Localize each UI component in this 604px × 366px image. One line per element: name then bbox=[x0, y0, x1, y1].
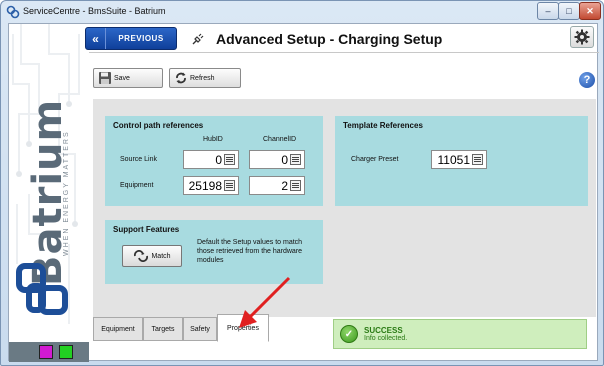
client-area: Batrium WHEN ENERGY MATTERS « PREVIOUS A… bbox=[8, 23, 599, 362]
equipment-label: Equipment bbox=[120, 182, 154, 189]
equipment-hubid-value: 25198 bbox=[188, 178, 222, 193]
source-link-channelid-field[interactable]: 0 bbox=[249, 150, 305, 169]
previous-label: PREVIOUS bbox=[118, 34, 164, 43]
status-message: Info collected. bbox=[364, 335, 408, 342]
status-title: SUCCESS bbox=[364, 326, 403, 335]
status-icon-strip bbox=[9, 342, 89, 362]
refresh-icon bbox=[176, 72, 186, 84]
minimize-button[interactable]: – bbox=[537, 2, 559, 20]
equipment-hubid-field[interactable]: 25198 bbox=[183, 176, 239, 195]
page-title: Advanced Setup - Charging Setup bbox=[216, 31, 443, 47]
previous-button[interactable]: « PREVIOUS bbox=[85, 27, 177, 50]
header-divider bbox=[89, 52, 599, 53]
channelid-header: ChannelID bbox=[263, 136, 297, 143]
alert-status-icon[interactable] bbox=[39, 345, 53, 359]
tab-equipment-label: Equipment bbox=[101, 325, 135, 333]
save-button[interactable]: Save bbox=[93, 68, 163, 88]
source-link-hubid-value: 0 bbox=[215, 152, 222, 167]
gear-icon bbox=[574, 29, 590, 45]
brand-strip: Batrium WHEN ENERGY MATTERS bbox=[9, 24, 89, 362]
batrium-app-icon bbox=[6, 5, 20, 19]
picker-icon[interactable] bbox=[224, 154, 235, 165]
charger-preset-value: 11051 bbox=[437, 152, 470, 167]
floppy-disk-icon bbox=[99, 72, 111, 84]
help-icon[interactable]: ? bbox=[579, 72, 595, 88]
tab-properties-label: Properties bbox=[227, 324, 259, 332]
tab-equipment[interactable]: Equipment bbox=[93, 317, 143, 341]
charger-preset-label: Charger Preset bbox=[351, 156, 399, 163]
status-toast: ✓ SUCCESS Info collected. bbox=[333, 319, 587, 349]
picker-icon[interactable] bbox=[290, 154, 301, 165]
tab-targets[interactable]: Targets bbox=[143, 317, 183, 341]
tab-properties[interactable]: Properties bbox=[217, 314, 269, 342]
support-description: Default the Setup values to match those … bbox=[197, 239, 303, 264]
save-label: Save bbox=[114, 74, 130, 82]
match-label: Match bbox=[151, 252, 171, 260]
template-references-group: Template References Charger Preset 11051 bbox=[335, 116, 588, 206]
refresh-button[interactable]: Refresh bbox=[169, 68, 241, 88]
check-icon: ✓ bbox=[340, 325, 358, 343]
brand-tagline: WHEN ENERGY MATTERS bbox=[63, 130, 70, 256]
charger-preset-field[interactable]: 11051 bbox=[431, 150, 487, 169]
window-title: ServiceCentre - BmsSuite - Batrium bbox=[23, 6, 166, 16]
equipment-channelid-value: 2 bbox=[281, 178, 288, 193]
hubid-header: HubID bbox=[203, 136, 223, 143]
control-path-group: Control path references HubID ChannelID … bbox=[105, 116, 323, 206]
run-status-icon[interactable] bbox=[59, 345, 73, 359]
app-window: ServiceCentre - BmsSuite - Batrium – □ ✕… bbox=[0, 0, 604, 366]
maximize-button[interactable]: □ bbox=[558, 2, 580, 20]
source-link-hubid-field[interactable]: 0 bbox=[183, 150, 239, 169]
picker-icon[interactable] bbox=[472, 154, 483, 165]
picker-icon[interactable] bbox=[224, 180, 235, 191]
template-references-title: Template References bbox=[343, 121, 423, 130]
source-link-label: Source Link bbox=[120, 156, 157, 163]
equipment-channelid-field[interactable]: 2 bbox=[249, 176, 305, 195]
sync-icon bbox=[134, 250, 149, 262]
tab-targets-label: Targets bbox=[151, 325, 175, 333]
match-button[interactable]: Match bbox=[122, 245, 182, 267]
batrium-logo-icon bbox=[16, 263, 68, 315]
close-button[interactable]: ✕ bbox=[579, 2, 601, 20]
support-features-title: Support Features bbox=[113, 225, 180, 234]
tab-safety[interactable]: Safety bbox=[183, 317, 217, 341]
tab-safety-label: Safety bbox=[190, 325, 210, 333]
title-bar[interactable]: ServiceCentre - BmsSuite - Batrium – □ ✕ bbox=[1, 1, 603, 23]
double-chevron-left-icon: « bbox=[86, 28, 106, 49]
plug-icon bbox=[192, 33, 204, 45]
picker-icon[interactable] bbox=[290, 180, 301, 191]
refresh-label: Refresh bbox=[190, 74, 215, 82]
settings-button[interactable] bbox=[570, 26, 594, 48]
control-path-title: Control path references bbox=[113, 121, 204, 130]
source-link-channelid-value: 0 bbox=[281, 152, 288, 167]
